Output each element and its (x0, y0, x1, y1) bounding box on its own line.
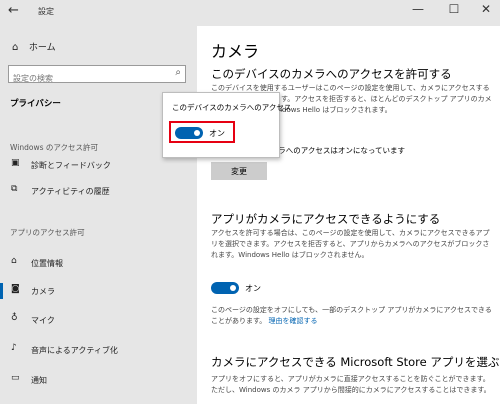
sidebar-item-history[interactable]: ⧉ アクティビティの履歴 (0, 180, 197, 202)
voice-icon: ♪ (11, 343, 17, 353)
back-arrow-icon[interactable]: ← (8, 3, 19, 18)
maximize-icon[interactable]: ☐ (444, 2, 464, 16)
category-title: プライバシー (10, 99, 61, 109)
feedback-icon: ▣ (11, 158, 20, 168)
section2-heading: アプリがカメラにアクセスできるようにする (211, 212, 441, 226)
camera-icon: ◙ (11, 284, 20, 294)
search-input[interactable] (9, 70, 159, 87)
sidebar-item-camera[interactable]: ◙ カメラ (0, 280, 197, 302)
section2-description: アクセスを許可する場合は、このページの設定を使用して、カメラにアクセスできるアプ… (211, 229, 490, 259)
title-bar: ← 設定 — ☐ ✕ (0, 0, 500, 26)
section1-heading: このデバイスのカメラへのアクセスを許可する (211, 67, 452, 81)
sidebar-item-notifications[interactable]: ▭ 通知 (0, 369, 197, 391)
main-content: カメラ このデバイスのカメラへのアクセスを許可する このデバイスを使用するユーザ… (197, 26, 500, 404)
device-camera-toggle[interactable] (175, 127, 203, 139)
sidebar-item-label: 音声によるアクティブ化 (31, 346, 118, 355)
sidebar-item-label: 位置情報 (31, 259, 63, 268)
section-app-permissions: アプリのアクセス許可 (10, 228, 85, 237)
microphone-icon: ♁ (11, 313, 18, 323)
page-title: カメラ (211, 42, 260, 61)
learn-why-link[interactable]: 理由を確認する (269, 317, 318, 325)
section-windows-permissions: Windows のアクセス許可 (10, 143, 98, 152)
close-icon[interactable]: ✕ (476, 2, 496, 16)
device-access-flyout: このデバイスのカメラへのアクセス オン (162, 92, 291, 158)
sidebar-item-label: マイク (31, 316, 55, 325)
app-camera-toggle-label: オン (245, 284, 261, 293)
toggle-knob (230, 285, 236, 291)
sidebar-home-label: ホーム (28, 43, 56, 53)
section3-heading: カメラにアクセスできる Microsoft Store アプリを選ぶ (211, 355, 500, 369)
sidebar-home[interactable]: ⌂ ホーム (12, 40, 56, 53)
flyout-title: このデバイスのカメラへのアクセス (172, 103, 292, 112)
section2-note-text: このページの設定をオフにしても、一部のデスクトップ アプリがカメラにアクセスでき… (211, 306, 492, 325)
minimize-icon[interactable]: — (408, 2, 428, 16)
sidebar-item-label: 通知 (31, 376, 47, 385)
sidebar-item-label: カメラ (31, 287, 55, 296)
toggle-knob (194, 130, 200, 136)
location-icon: ⌂ (11, 256, 17, 266)
app-camera-toggle[interactable] (211, 282, 239, 294)
window-title: 設定 (38, 7, 54, 16)
search-box: ⌕ (8, 65, 186, 87)
sidebar: ⌂ ホーム ⌕ プライバシー Windows のアクセス許可 ▣ 診断とフィード… (0, 26, 197, 404)
section3-description: アプリをオフにすると、アプリがカメラに直接アクセスすることを防ぐことができます。… (211, 375, 491, 394)
search-icon[interactable]: ⌕ (175, 67, 181, 78)
change-button[interactable]: 変更 (211, 162, 267, 180)
section2-note: このページの設定をオフにしても、一部のデスクトップ アプリがカメラにアクセスでき… (211, 305, 493, 327)
sidebar-item-microphone[interactable]: ♁ マイク (0, 309, 197, 331)
history-icon: ⧉ (11, 184, 18, 194)
notification-icon: ▭ (11, 373, 20, 383)
home-icon: ⌂ (12, 42, 19, 53)
settings-window: ← 設定 — ☐ ✕ ⌂ ホーム ⌕ プライバシー Windows のアクセス許… (0, 0, 500, 404)
sidebar-item-label: アクティビティの履歴 (31, 187, 110, 196)
sidebar-item-voice-activation[interactable]: ♪ 音声によるアクティブ化 (0, 339, 197, 361)
sidebar-item-location[interactable]: ⌂ 位置情報 (0, 252, 197, 274)
device-camera-toggle-label: オン (209, 129, 225, 138)
sidebar-item-label: 診断とフィードバック (31, 161, 111, 170)
